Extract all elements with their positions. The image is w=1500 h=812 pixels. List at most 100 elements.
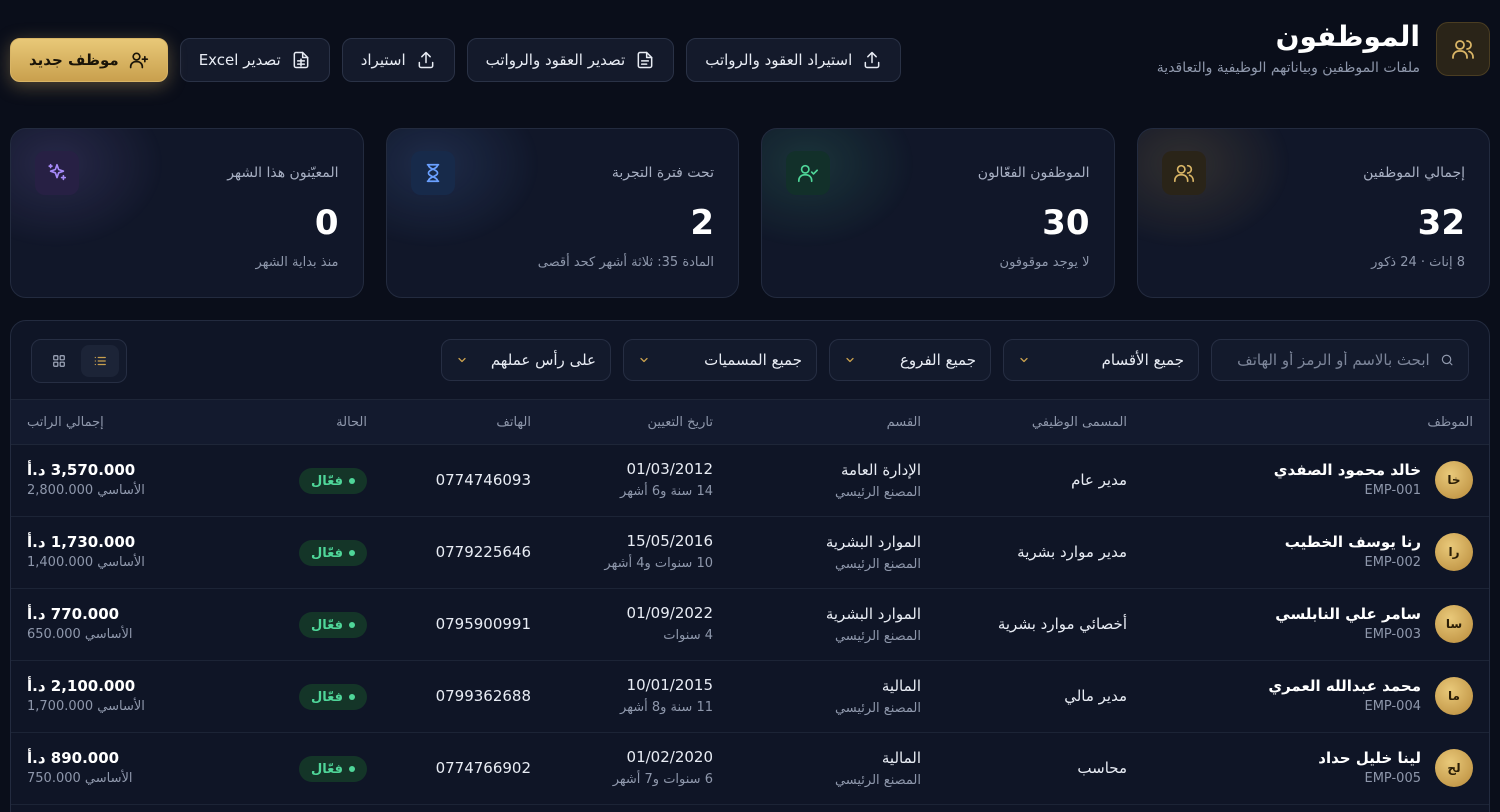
table-row[interactable]: لح لينا خليل حداد EMP-005 محاسب المالية المصن… xyxy=(11,733,1489,805)
stat-value: 0 xyxy=(314,203,339,243)
grid-icon xyxy=(52,355,65,367)
user-check-icon xyxy=(786,151,830,195)
chevron-down-icon xyxy=(458,357,466,363)
hire-date: 15/05/2016 xyxy=(626,532,713,550)
stats-row: إجمالي الموظفين 32 8 إناث · 24 ذكور المو… xyxy=(10,128,1490,298)
employees-panel: جميع الأقسام جميع الفروع جميع المسميات ع… xyxy=(10,320,1490,812)
col-employee[interactable]: الموظف xyxy=(1427,415,1473,430)
import-button[interactable]: استيراد xyxy=(341,38,455,82)
stat-label: إجمالي الموظفين xyxy=(1363,165,1465,181)
sparkles-icon xyxy=(35,151,79,195)
branch-select[interactable]: جميع الفروع xyxy=(829,339,991,381)
department: الإدارة العامة xyxy=(840,461,921,479)
table-row[interactable]: سا سامر علي النابلسي EMP-003 أخصائي موارد ب… xyxy=(11,589,1489,661)
employee-name[interactable]: خالد محمود الصفدي xyxy=(1274,461,1421,479)
total-salary: 890.000 د.أ xyxy=(27,749,120,767)
status-badge: فعّال xyxy=(298,684,367,710)
stat-total-employees: إجمالي الموظفين 32 8 إناث · 24 ذكور xyxy=(1136,128,1490,298)
stat-value: 30 xyxy=(1042,203,1090,243)
table-row[interactable]: ما محمد عبدالله العمري EMP-004 مدير مالي الم… xyxy=(11,661,1489,733)
export-excel-button[interactable]: تصدير Excel xyxy=(179,38,330,82)
status-dot xyxy=(349,694,355,700)
toolbar: موظف جديد تصدير Excel استيراد تصدير العق… xyxy=(10,38,902,82)
branch-select-value: جميع الفروع xyxy=(899,351,976,369)
table-header: الموظف المسمى الوظيفي القسم تاريخ التعيي… xyxy=(11,399,1489,445)
hire-date: 01/03/2012 xyxy=(626,460,713,478)
table-row[interactable]: خا خالد محمود الصفدي EMP-001 مدير عام الإدار… xyxy=(11,445,1489,517)
status-dot xyxy=(349,766,355,772)
page-subtitle: ملفات الموظفين وبياناتهم الوظيفية والتعا… xyxy=(1156,60,1420,76)
table-row[interactable]: را رنا يوسف الخطيب EMP-002 مدير موارد بشرية… xyxy=(11,517,1489,589)
users-icon xyxy=(1161,151,1206,195)
job-title: مدير مالي xyxy=(1064,687,1127,705)
tenure: 4 سنوات xyxy=(663,628,713,643)
stat-value: 32 xyxy=(1417,203,1465,243)
status-select[interactable]: على رأس عملهم xyxy=(441,339,611,381)
hourglass-icon xyxy=(410,151,455,195)
status-label: فعّال xyxy=(310,617,343,633)
job-title-select-value: جميع المسميات xyxy=(704,351,802,369)
hire-date: 10/01/2015 xyxy=(626,676,713,694)
chevron-down-icon xyxy=(846,357,854,363)
export-contracts-button[interactable]: تصدير العقود والرواتب xyxy=(466,38,675,82)
avatar: ما xyxy=(1435,677,1473,715)
col-total-salary[interactable]: إجمالي الراتب xyxy=(27,415,104,430)
stat-sub: المادة 35: ثلاثة أشهر كحد أقصى xyxy=(537,255,714,270)
status-label: فعّال xyxy=(310,761,343,777)
new-employee-label: موظف جديد xyxy=(29,51,119,69)
total-salary: 770.000 د.أ xyxy=(27,605,120,623)
users-icon xyxy=(1436,22,1490,76)
basic-salary: الأساسي 650.000 xyxy=(27,627,133,642)
col-phone[interactable]: الهاتف xyxy=(496,415,531,430)
branch: المصنع الرئيسي xyxy=(834,773,921,788)
tenure: 14 سنة و6 أشهر xyxy=(620,484,713,499)
department: الموارد البشرية xyxy=(825,605,921,623)
branch: المصنع الرئيسي xyxy=(834,485,921,500)
employee-name[interactable]: محمد عبدالله العمري xyxy=(1268,677,1421,695)
job-title: مدير عام xyxy=(1071,471,1127,489)
col-hire-date[interactable]: تاريخ التعيين xyxy=(647,415,713,430)
chevron-down-icon xyxy=(640,357,648,363)
employee-code: EMP-005 xyxy=(1364,771,1422,786)
department-select[interactable]: جميع الأقسام xyxy=(1003,339,1199,381)
employee-name[interactable]: لينا خليل حداد xyxy=(1318,749,1421,767)
search-box xyxy=(1211,339,1469,381)
col-job-title[interactable]: المسمى الوظيفي xyxy=(1032,415,1127,430)
hire-date: 01/09/2022 xyxy=(626,604,713,622)
list-view-button[interactable] xyxy=(80,345,119,377)
col-status[interactable]: الحالة xyxy=(336,415,367,430)
employee-code: EMP-003 xyxy=(1364,627,1422,642)
job-title-select[interactable]: جميع المسميات xyxy=(623,339,817,381)
total-salary: 2,100.000 د.أ xyxy=(27,677,136,695)
employee-name[interactable]: سامر علي النابلسي xyxy=(1275,605,1421,623)
stat-hired-this-month: المعيّنون هذا الشهر 0 منذ بداية الشهر xyxy=(10,128,364,298)
department: الموارد البشرية xyxy=(825,533,921,551)
employee-code: EMP-004 xyxy=(1364,699,1422,714)
status-dot xyxy=(349,550,355,556)
search-icon xyxy=(1441,354,1453,366)
page-header: الموظفون ملفات الموظفين وبياناتهم الوظيف… xyxy=(10,20,1490,90)
file-spreadsheet-icon xyxy=(293,51,309,69)
avatar: را xyxy=(1435,533,1473,571)
upload-icon xyxy=(418,51,434,69)
branch: المصنع الرئيسي xyxy=(834,701,921,716)
employee-name[interactable]: رنا يوسف الخطيب xyxy=(1285,533,1421,551)
col-department[interactable]: القسم xyxy=(887,415,921,430)
new-employee-button[interactable]: موظف جديد xyxy=(10,38,168,82)
stat-label: المعيّنون هذا الشهر xyxy=(227,165,339,181)
grid-view-button[interactable] xyxy=(40,345,78,377)
employee-code: EMP-001 xyxy=(1364,483,1422,498)
import-contracts-button[interactable]: استيراد العقود والرواتب xyxy=(686,38,902,82)
stat-label: الموظفون الفعّالون xyxy=(977,165,1090,181)
search-input[interactable] xyxy=(1226,351,1430,369)
avatar: لح xyxy=(1435,749,1473,787)
view-toggle xyxy=(31,339,127,383)
branch: المصنع الرئيسي xyxy=(834,557,921,572)
status-dot xyxy=(349,478,355,484)
status-badge: فعّال xyxy=(298,756,367,782)
import-label: استيراد xyxy=(360,51,406,69)
file-text-icon xyxy=(637,51,653,69)
total-salary: 1,730.000 د.أ xyxy=(27,533,136,551)
job-title: محاسب xyxy=(1077,759,1127,777)
branch: المصنع الرئيسي xyxy=(834,629,921,644)
